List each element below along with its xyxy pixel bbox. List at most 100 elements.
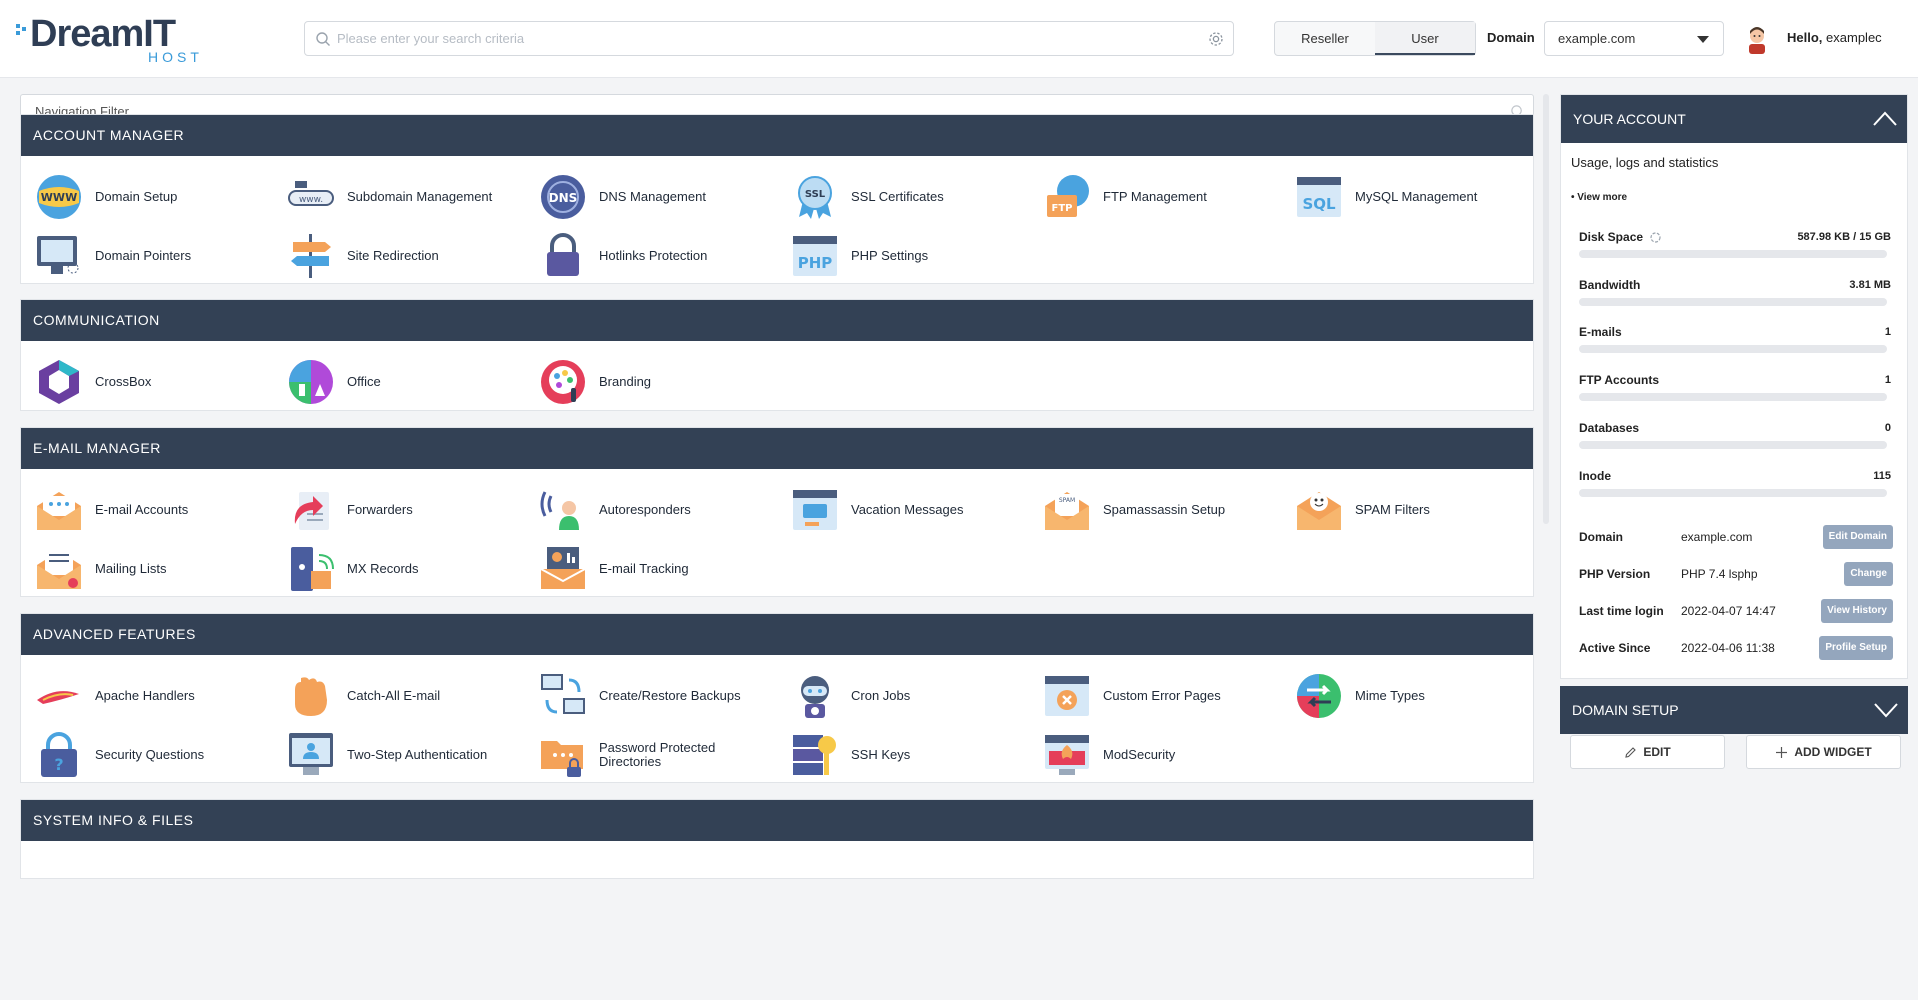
nav-item-vacation-messages[interactable]: Vacation Messages [789, 482, 1037, 538]
nav-item-mime-types[interactable]: Mime Types [1293, 668, 1541, 724]
domain-select[interactable]: example.com [1544, 21, 1724, 56]
nav-item-hotlinks-protection[interactable]: Hotlinks Protection [537, 228, 785, 284]
nav-item-php-settings[interactable]: PHP PHP Settings [789, 228, 1037, 284]
envelope-open-icon [37, 492, 81, 530]
domain-setup-header[interactable]: DOMAIN SETUP [1560, 686, 1908, 734]
edit-label: EDIT [1643, 745, 1671, 759]
refresh-icon[interactable] [1649, 231, 1662, 244]
nav-item-label: Catch-All E-mail [347, 688, 441, 703]
search-input[interactable] [337, 22, 1187, 55]
your-account-header[interactable]: YOUR ACCOUNT [1561, 95, 1907, 143]
palette-icon [541, 360, 585, 404]
nav-item-autoresponders[interactable]: Autoresponders [537, 482, 785, 538]
server-mx-icon [291, 547, 334, 591]
globe-www-icon: WWW [37, 175, 81, 219]
nav-item-icon: ? [33, 729, 85, 781]
nav-item-domain-setup[interactable]: WWW Domain Setup [33, 169, 281, 225]
nav-item-label: Hotlinks Protection [599, 248, 708, 263]
nav-item-subdomain-management[interactable]: www. Subdomain Management [285, 169, 533, 225]
nav-item-forwarders[interactable]: Forwarders [285, 482, 533, 538]
section-communication: COMMUNICATION CrossBox Office Branding [20, 299, 1534, 411]
info-row-active-since: Active Since 2022-04-06 11:38 Profile Setu… [1579, 634, 1893, 662]
firewall-window-icon [1045, 735, 1089, 775]
stat-databases: Databases 0 [1579, 421, 1891, 461]
role-user[interactable]: User [1375, 22, 1475, 55]
svg-text:www.: www. [299, 195, 323, 205]
search-icon [316, 32, 330, 46]
nav-item-label: Apache Handlers [95, 688, 195, 703]
nav-item-label: CrossBox [95, 374, 152, 389]
nav-item-apache-handlers[interactable]: Apache Handlers [33, 668, 281, 724]
nav-item-ssh-keys[interactable]: SSH Keys [789, 727, 1037, 783]
nav-item-label: SSH Keys [851, 747, 911, 762]
nav-item-icon: SSL [789, 171, 841, 223]
svg-text:SQL: SQL [1302, 195, 1336, 213]
nav-item-spamassassin-setup[interactable]: SPAM Spamassassin Setup [1041, 482, 1289, 538]
nav-item-label: Password Protected Directories [599, 740, 716, 769]
two-step-user-icon [289, 733, 333, 775]
nav-item-dns-management[interactable]: DNS DNS Management [537, 169, 785, 225]
stat-bandwidth: Bandwidth 3.81 MB [1579, 278, 1891, 318]
svg-text:SSL: SSL [805, 189, 826, 200]
svg-text:WWW: WWW [41, 191, 77, 204]
nav-item-ssl-certificates[interactable]: SSL SSL Certificates [789, 169, 1037, 225]
nav-item-mysql-management[interactable]: SQL MySQL Management [1293, 169, 1541, 225]
stat-name: FTP Accounts [1579, 373, 1660, 387]
nav-item-cron-jobs[interactable]: Cron Jobs [789, 668, 1037, 724]
edit-widgets-button[interactable]: EDIT [1570, 735, 1725, 769]
nav-item-e-mail-tracking[interactable]: E-mail Tracking [537, 541, 785, 597]
nav-item-crossbox[interactable]: CrossBox [33, 354, 281, 410]
domain-label: Domain [1487, 30, 1535, 45]
info-row-domain: Domain example.com Edit Domain [1579, 523, 1893, 551]
view-more-link[interactable]: • View more [1571, 192, 1627, 204]
section-header: E-MAIL MANAGER [21, 428, 1533, 469]
chevron-up-icon[interactable] [1873, 109, 1897, 129]
change-button[interactable]: Change [1844, 562, 1893, 586]
global-search [304, 21, 1234, 56]
nav-item-mailing-lists[interactable]: Mailing Lists [33, 541, 281, 597]
nav-item-security-questions[interactable]: ? Security Questions [33, 727, 281, 783]
nav-item-icon: FTP [1041, 171, 1093, 223]
nav-item-mx-records[interactable]: MX Records [285, 541, 533, 597]
ssl-badge-icon: SSL [798, 176, 832, 219]
info-value: 2022-04-07 14:47 [1681, 604, 1776, 618]
chevron-down-icon[interactable] [1874, 700, 1898, 720]
greeting[interactable]: Hello, examplec [1787, 31, 1882, 45]
profile-setup-button[interactable]: Profile Setup [1819, 636, 1893, 660]
nav-item-custom-error-pages[interactable]: Custom Error Pages [1041, 668, 1289, 724]
robot-clock-icon [801, 676, 829, 718]
view-history-button[interactable]: View History [1821, 599, 1893, 623]
nav-item-two-step-authentication[interactable]: Two-Step Authentication [285, 727, 533, 783]
nav-item-domain-pointers[interactable]: Domain Pointers [33, 228, 281, 284]
nav-item-e-mail-accounts[interactable]: E-mail Accounts [33, 482, 281, 538]
nav-item-branding[interactable]: Branding [537, 354, 785, 410]
nav-item-label: Vacation Messages [851, 502, 964, 517]
add-widget-button[interactable]: ADD WIDGET [1746, 735, 1901, 769]
nav-item-label: Domain Setup [95, 189, 178, 204]
info-value: 2022-04-06 11:38 [1681, 641, 1775, 655]
nav-item-ftp-management[interactable]: FTP FTP Management [1041, 169, 1289, 225]
section-advanced-features: ADVANCED FEATURES Apache Handlers Catch-Al… [20, 613, 1534, 783]
nav-item-catch-all-e-mail[interactable]: Catch-All E-mail [285, 668, 533, 724]
avatar[interactable] [1744, 24, 1770, 54]
nav-item-create-restore-backups[interactable]: Create/Restore Backups [537, 668, 785, 724]
nav-item-modsecurity[interactable]: ModSecurity [1041, 727, 1289, 783]
nav-item-label: Mime Types [1355, 688, 1425, 703]
gear-icon[interactable] [1207, 30, 1225, 48]
info-key: PHP Version [1579, 567, 1651, 581]
nav-item-label: Site Redirection [347, 248, 439, 263]
brand-logo[interactable]: DreamIT HOST [16, 14, 208, 66]
nav-item-label: Forwarders [347, 502, 413, 517]
stat-progress-bar [1579, 441, 1887, 449]
nav-item-password-protected-directories[interactable]: Password Protected Directories [537, 727, 785, 783]
edit-domain-button[interactable]: Edit Domain [1822, 525, 1893, 549]
scrollbar[interactable] [1543, 94, 1549, 524]
role-reseller[interactable]: Reseller [1275, 22, 1375, 55]
smiley-envelope-icon [1297, 492, 1341, 530]
nav-item-icon [537, 543, 589, 595]
nav-item-office[interactable]: Office [285, 354, 533, 410]
nav-item-spam-filters[interactable]: SPAM Filters [1293, 482, 1541, 538]
dns-globe-icon: DNS [541, 175, 585, 219]
section-account-manager: ACCOUNT MANAGER WWW Domain Setup www. Subdom… [20, 114, 1534, 284]
nav-item-site-redirection[interactable]: Site Redirection [285, 228, 533, 284]
